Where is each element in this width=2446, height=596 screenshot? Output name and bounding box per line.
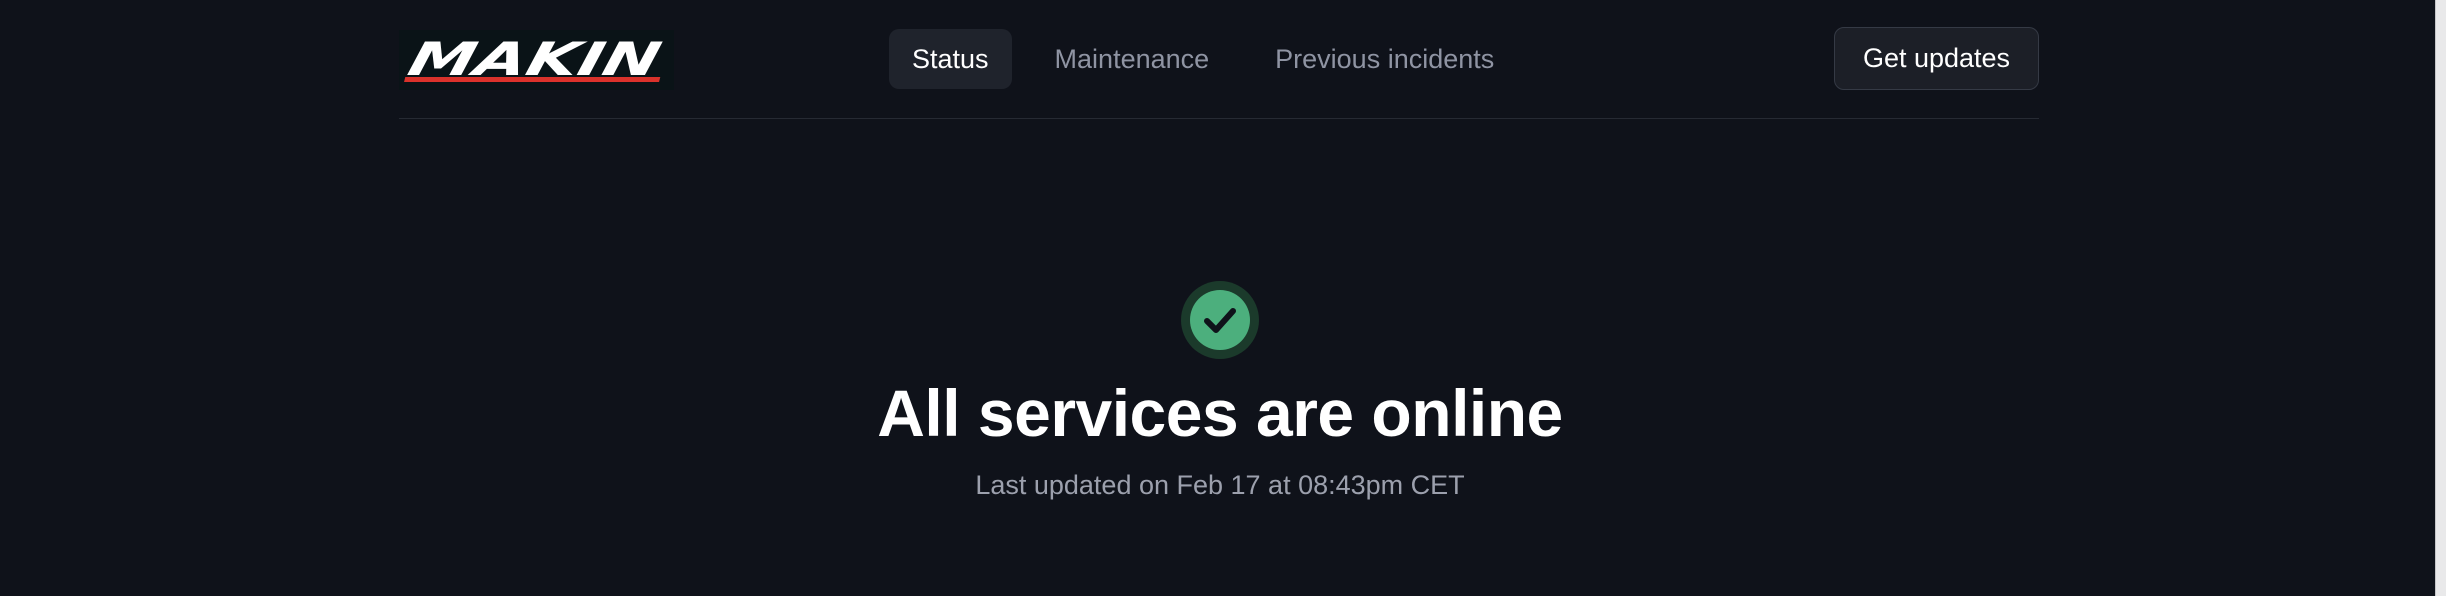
last-updated-text: Last updated on Feb 17 at 08:43pm CET [975, 470, 1465, 500]
check-circle-icon [1181, 281, 1259, 359]
makin-logo-image: MAKIN [403, 34, 666, 87]
nav-status[interactable]: Status [889, 29, 1012, 89]
status-summary: All services are online Last updated on … [0, 280, 2440, 503]
nav-maintenance[interactable]: Maintenance [1032, 29, 1233, 89]
get-updates-button[interactable]: Get updates [1834, 27, 2039, 90]
main-nav: Status Maintenance Previous incidents [889, 29, 1517, 89]
company-logo[interactable]: MAKIN [399, 30, 674, 90]
window-edge [2435, 0, 2446, 596]
status-title: All services are online [877, 376, 1563, 450]
status-page: MAKIN Status Maintenance Previous incide… [0, 0, 2446, 596]
page-header: MAKIN Status Maintenance Previous incide… [399, 0, 2039, 119]
nav-previous-incidents[interactable]: Previous incidents [1252, 29, 1517, 89]
